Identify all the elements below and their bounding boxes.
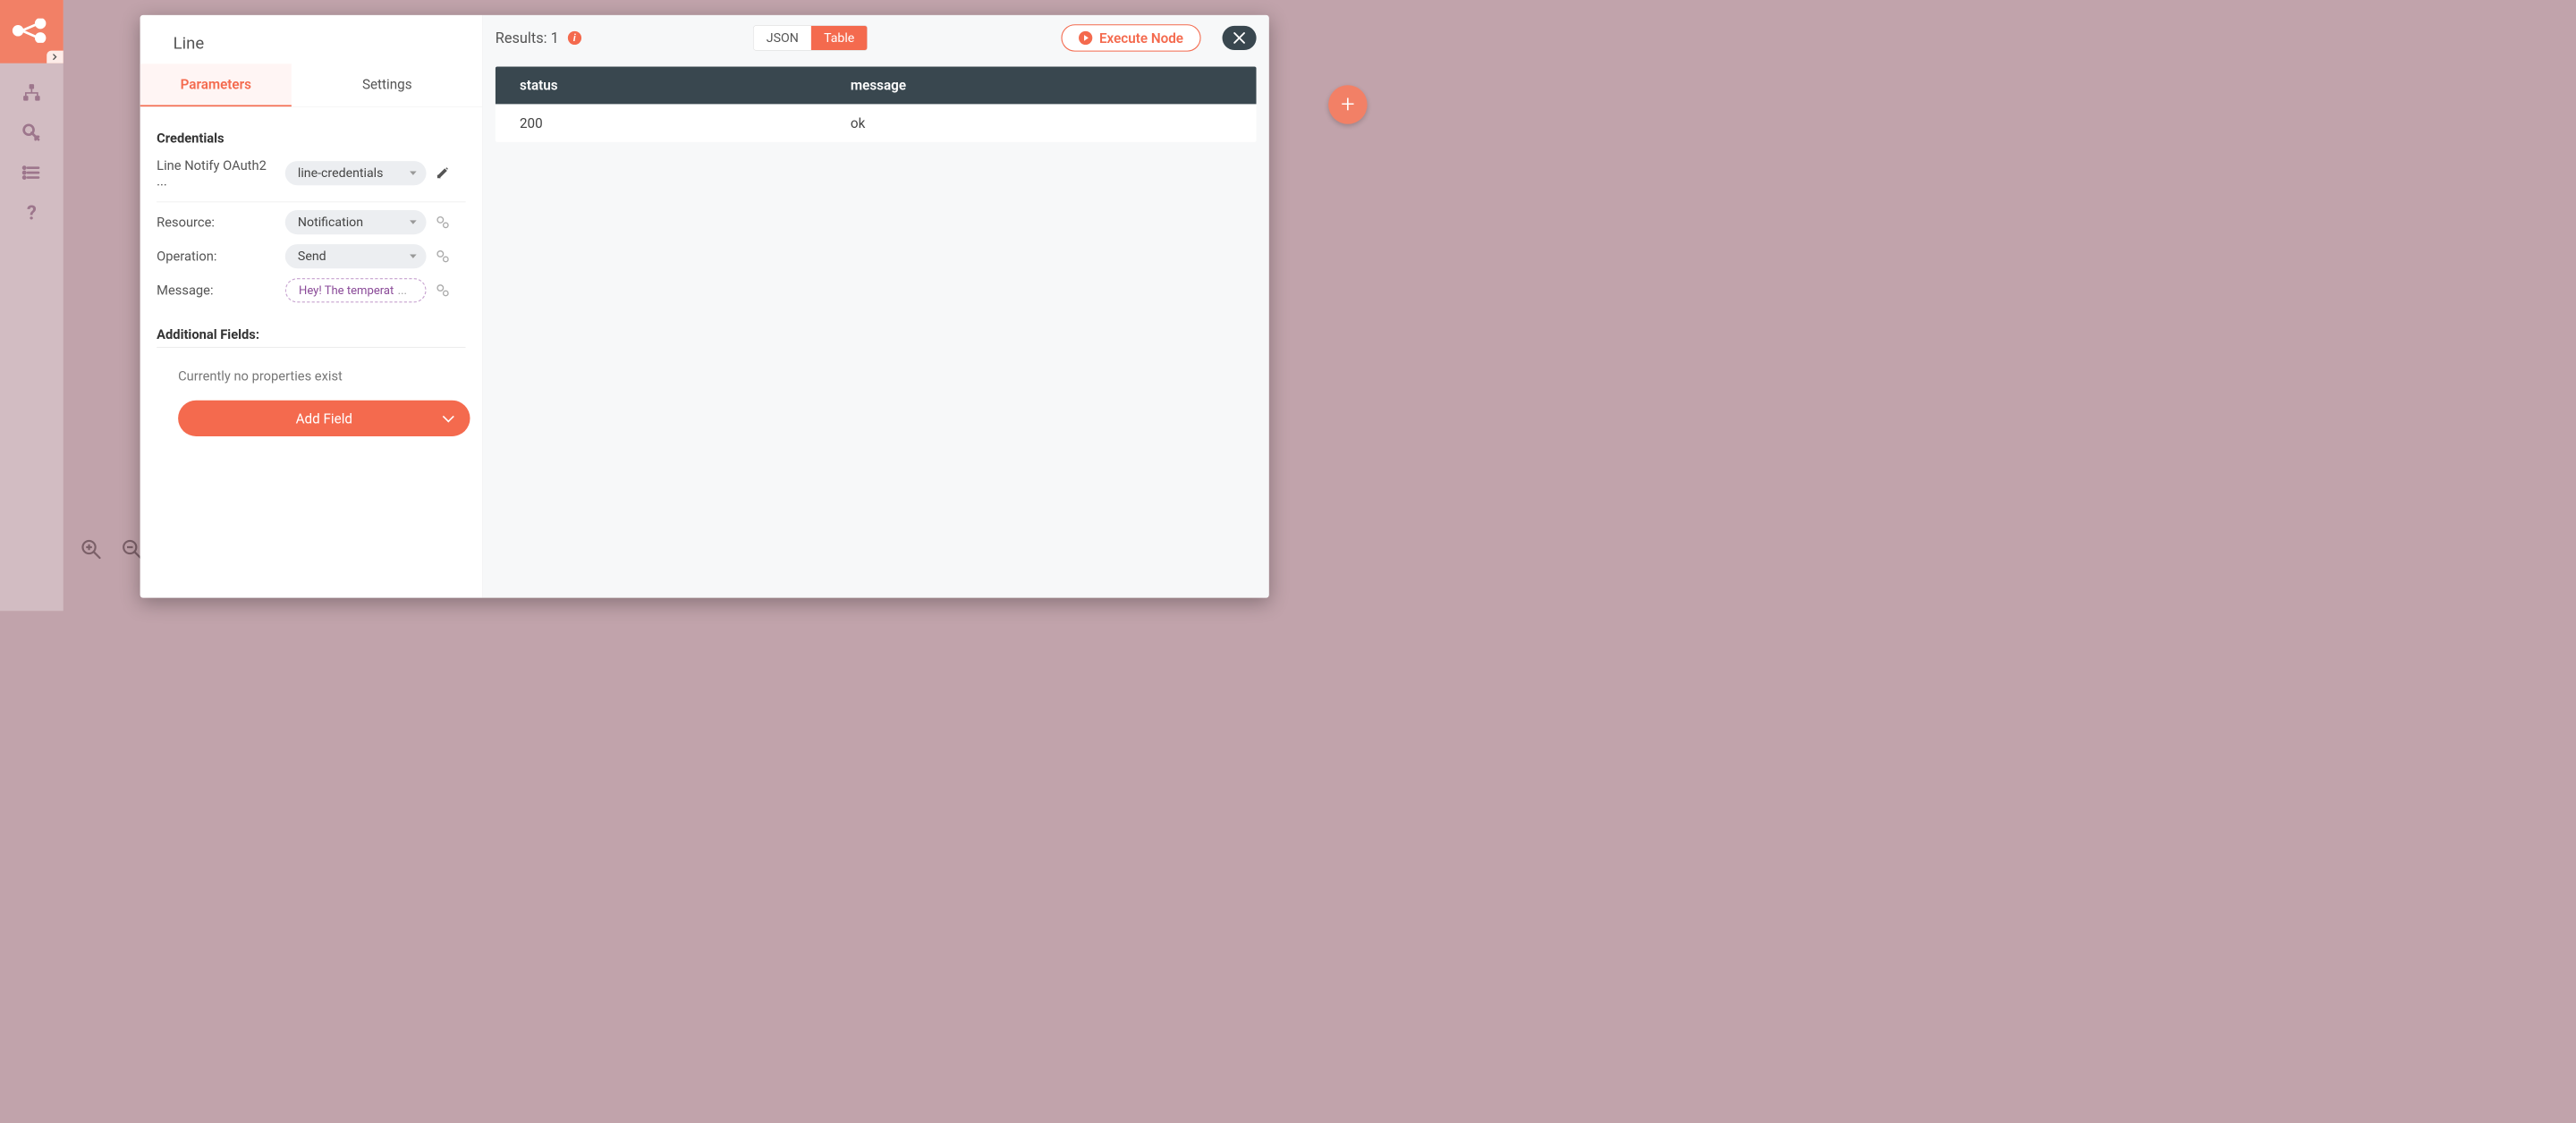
- tab-settings[interactable]: Settings: [292, 63, 483, 106]
- play-icon: [1079, 31, 1092, 45]
- cell-message: ok: [826, 105, 1257, 142]
- view-json-button[interactable]: JSON: [754, 26, 811, 50]
- add-node-fab[interactable]: +: [1328, 85, 1368, 124]
- app-sidebar: ?: [0, 0, 64, 611]
- app-logo-tile[interactable]: [0, 0, 64, 63]
- help-icon[interactable]: ?: [21, 202, 42, 223]
- node-title: Line: [140, 15, 482, 63]
- node-config-panel: Line Parameters Settings Credentials Lin…: [140, 15, 483, 598]
- additional-fields-empty: Currently no properties exist: [157, 355, 465, 399]
- executions-icon[interactable]: [21, 163, 42, 183]
- operation-options-icon[interactable]: [433, 247, 453, 266]
- resource-options-icon[interactable]: [433, 213, 453, 232]
- execute-node-label: Execute Node: [1099, 30, 1183, 46]
- app-logo-icon: [13, 19, 52, 45]
- message-truncation: ...: [398, 283, 407, 297]
- view-table-button[interactable]: Table: [811, 26, 868, 50]
- table-header-status: status: [496, 67, 826, 105]
- config-tabs: Parameters Settings: [140, 63, 482, 106]
- zoom-in-button[interactable]: [78, 536, 104, 562]
- cell-status: 200: [496, 105, 826, 142]
- zoom-controls: [78, 536, 145, 562]
- results-header: Results: 1 i JSON Table Execute Node: [483, 15, 1269, 61]
- workflows-icon[interactable]: [21, 82, 42, 103]
- results-info-icon[interactable]: i: [568, 31, 581, 45]
- credential-select[interactable]: line-credentials: [285, 161, 427, 185]
- operation-label: Operation:: [157, 249, 278, 264]
- results-count-label: Results: 1: [496, 30, 559, 46]
- node-editor-modal: Line Parameters Settings Credentials Lin…: [140, 15, 1269, 598]
- tab-parameters[interactable]: Parameters: [140, 63, 292, 106]
- close-modal-button[interactable]: [1223, 26, 1257, 50]
- message-expression-value: Hey! The temperat: [299, 283, 394, 297]
- table-header-message: message: [826, 67, 1257, 105]
- additional-fields-heading: Additional Fields:: [157, 327, 465, 348]
- message-expression-input[interactable]: Hey! The temperat ...: [285, 278, 427, 302]
- sidebar-collapse-toggle[interactable]: [47, 51, 63, 63]
- credentials-heading: Credentials: [157, 131, 465, 146]
- edit-credential-icon[interactable]: [433, 164, 453, 183]
- table-row: 200 ok: [496, 104, 1257, 141]
- add-field-button[interactable]: Add Field: [178, 401, 470, 436]
- results-view-toggle: JSON Table: [753, 25, 868, 50]
- message-label: Message:: [157, 283, 278, 298]
- resource-label: Resource:: [157, 215, 278, 230]
- credential-type-label: Line Notify OAuth2 ...: [157, 157, 278, 189]
- results-table: status message 200 ok: [496, 67, 1257, 142]
- execute-node-button[interactable]: Execute Node: [1062, 24, 1201, 51]
- resource-select[interactable]: Notification: [285, 210, 427, 234]
- message-options-icon[interactable]: [433, 281, 453, 300]
- table-header-row: status message: [496, 67, 1257, 105]
- credentials-icon[interactable]: [21, 122, 42, 143]
- operation-select[interactable]: Send: [285, 244, 427, 268]
- results-panel: Results: 1 i JSON Table Execute Node sta…: [483, 15, 1269, 598]
